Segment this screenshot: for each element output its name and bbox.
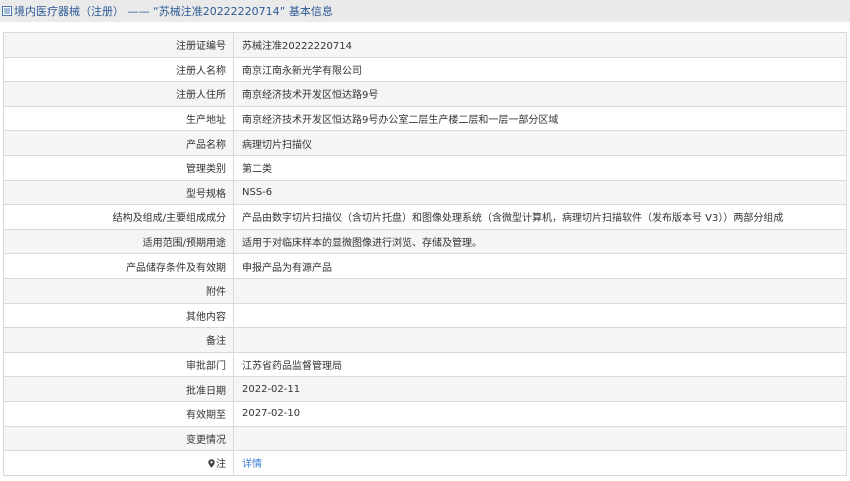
field-label: 型号规格 bbox=[3, 179, 234, 206]
field-value: 产品由数字切片扫描仪（含切片托盘）和图像处理系统（含微型计算机，病理切片扫描软件… bbox=[233, 204, 847, 230]
field-label: 变更情况 bbox=[3, 425, 234, 452]
field-label: 适用范围/预期用途 bbox=[3, 228, 234, 255]
table-row: 变更情况 bbox=[3, 425, 847, 452]
field-label: 批准日期 bbox=[3, 376, 234, 402]
table-row: 适用范围/预期用途 适用于对临床样本的显微图像进行浏览、存储及管理。 bbox=[3, 228, 847, 255]
field-value: 病理切片扫描仪 bbox=[233, 130, 847, 156]
field-value: 苏械注准20222220714 bbox=[233, 32, 847, 58]
field-value: 南京江南永新光学有限公司 bbox=[233, 56, 847, 83]
field-value: 江苏省药品监督管理局 bbox=[233, 351, 847, 378]
field-value: 南京经济技术开发区恒达路9号办公室二层生产楼二层和一层一部分区域 bbox=[233, 105, 847, 132]
field-label: 生产地址 bbox=[3, 105, 234, 132]
details-link[interactable]: 详情 bbox=[242, 459, 262, 470]
field-label: 审批部门 bbox=[3, 351, 234, 378]
note-label: 注 bbox=[216, 459, 226, 471]
table-row: 生产地址 南京经济技术开发区恒达路9号办公室二层生产楼二层和一层一部分区域 bbox=[3, 105, 847, 132]
table-row: 管理类别 第二类 bbox=[3, 154, 847, 181]
location-pin-icon bbox=[208, 459, 215, 469]
page-title: 境内医疗器械（注册） —— “苏械注准20222220714” 基本信息 bbox=[14, 5, 333, 18]
field-value bbox=[233, 425, 847, 452]
page-header: 境内医疗器械（注册） —— “苏械注准20222220714” 基本信息 bbox=[0, 0, 850, 22]
field-label: 有效期至 bbox=[3, 400, 234, 427]
table-row: 产品储存条件及有效期 申报产品为有源产品 bbox=[3, 253, 847, 279]
document-list-icon bbox=[2, 6, 12, 16]
field-label: 产品储存条件及有效期 bbox=[3, 253, 234, 279]
field-label: 管理类别 bbox=[3, 154, 234, 181]
field-value bbox=[233, 327, 847, 353]
field-value: NSS-6 bbox=[233, 179, 847, 206]
registration-info-table: 注册证编号 苏械注准20222220714 注册人名称 南京江南永新光学有限公司… bbox=[3, 32, 847, 476]
field-value bbox=[233, 302, 847, 329]
field-value: 申报产品为有源产品 bbox=[233, 253, 847, 279]
table-row: 附件 bbox=[3, 277, 847, 304]
table-row: 注册证编号 苏械注准20222220714 bbox=[3, 32, 847, 58]
table-row: 注 详情 bbox=[3, 450, 847, 476]
table-row: 产品名称 病理切片扫描仪 bbox=[3, 130, 847, 156]
note-label-cell: 注 bbox=[3, 450, 234, 476]
table-row: 备注 bbox=[3, 327, 847, 353]
field-value: 适用于对临床样本的显微图像进行浏览、存储及管理。 bbox=[233, 228, 847, 255]
field-label: 注册人名称 bbox=[3, 56, 234, 83]
field-label: 注册人住所 bbox=[3, 81, 234, 107]
table-row: 结构及组成/主要组成成分 产品由数字切片扫描仪（含切片托盘）和图像处理系统（含微… bbox=[3, 204, 847, 230]
table-row: 注册人名称 南京江南永新光学有限公司 bbox=[3, 56, 847, 83]
field-value: 2027-02-10 bbox=[233, 400, 847, 427]
table-row: 批准日期 2022-02-11 bbox=[3, 376, 847, 402]
field-label: 附件 bbox=[3, 277, 234, 304]
table-row: 型号规格 NSS-6 bbox=[3, 179, 847, 206]
field-label: 产品名称 bbox=[3, 130, 234, 156]
field-value: 2022-02-11 bbox=[233, 376, 847, 402]
field-label: 备注 bbox=[3, 327, 234, 353]
field-value bbox=[233, 277, 847, 304]
field-label: 其他内容 bbox=[3, 302, 234, 329]
field-label: 结构及组成/主要组成成分 bbox=[3, 204, 234, 230]
table-row: 审批部门 江苏省药品监督管理局 bbox=[3, 351, 847, 378]
table-row: 注册人住所 南京经济技术开发区恒达路9号 bbox=[3, 81, 847, 107]
field-label: 注册证编号 bbox=[3, 32, 234, 58]
table-row: 其他内容 bbox=[3, 302, 847, 329]
table-row: 有效期至 2027-02-10 bbox=[3, 400, 847, 427]
field-value: 南京经济技术开发区恒达路9号 bbox=[233, 81, 847, 107]
note-value-cell: 详情 bbox=[233, 450, 847, 476]
field-value: 第二类 bbox=[233, 154, 847, 181]
